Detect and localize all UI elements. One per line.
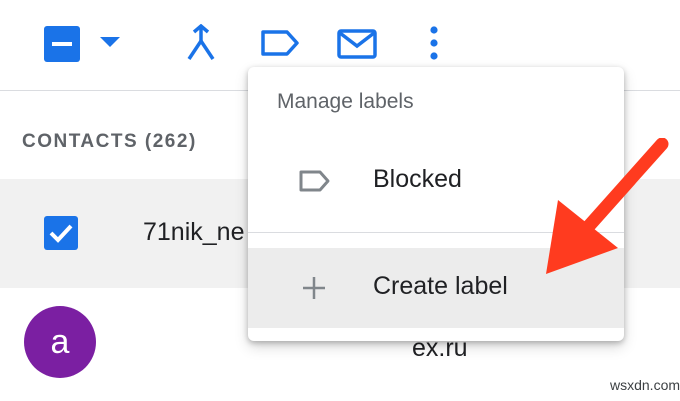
label-outline-icon	[299, 170, 330, 192]
row-checkbox-checked[interactable]	[44, 216, 78, 250]
menu-title: Manage labels	[277, 90, 414, 113]
caret-down-icon[interactable]	[100, 37, 120, 49]
plus-icon	[303, 277, 325, 299]
avatar: a	[24, 306, 96, 378]
check-icon	[49, 224, 73, 243]
menu-item-label: Blocked	[373, 165, 462, 193]
annotation-arrow-icon	[546, 138, 669, 274]
watermark: wsxdn.com	[610, 377, 680, 393]
minus-checkbox-icon[interactable]	[44, 26, 80, 62]
mail-icon[interactable]	[337, 29, 377, 59]
contacts-count-header: CONTACTS (262)	[22, 131, 197, 152]
label-icon[interactable]	[260, 29, 300, 57]
contact-name: 71nik_ne	[143, 218, 245, 246]
merge-icon[interactable]	[184, 24, 218, 62]
menu-item-label: Create label	[373, 272, 508, 300]
more-vert-icon[interactable]	[428, 26, 440, 60]
